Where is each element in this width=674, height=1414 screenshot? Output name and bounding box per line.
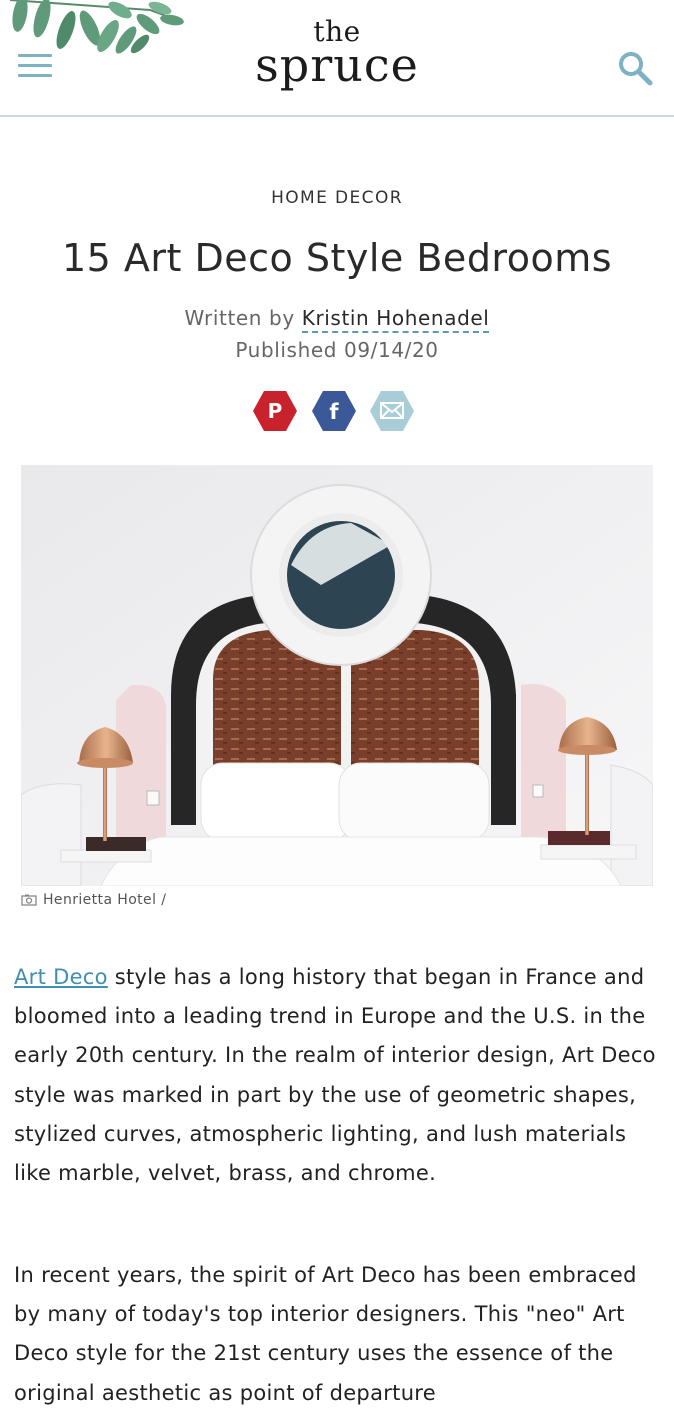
social-share-bar: P f (0, 388, 674, 434)
article-paragraph: Art Deco style has a long history that b… (14, 958, 664, 1193)
svg-text:P: P (268, 399, 283, 423)
site-logo[interactable]: the spruce (0, 18, 674, 92)
article-title: 15 Art Deco Style Bedrooms (61, 236, 613, 280)
email-icon[interactable] (369, 388, 415, 434)
search-icon[interactable] (615, 48, 655, 88)
art-deco-link[interactable]: Art Deco (14, 965, 108, 989)
bedroom-illustration (21, 465, 653, 886)
site-header: the spruce (0, 0, 674, 117)
paragraph-text: style has a long history that began in F… (14, 965, 656, 1186)
camera-icon (21, 894, 37, 906)
pinterest-icon[interactable]: P (252, 388, 298, 434)
author-link[interactable]: Kristin Hohenadel (301, 306, 490, 333)
byline-prefix: Written by (184, 306, 295, 330)
image-caption: Henrietta Hotel / (21, 892, 166, 908)
byline: Written by Kristin Hohenadel (0, 306, 674, 333)
article-category[interactable]: HOME DECOR (0, 188, 674, 208)
article-hero-image[interactable] (21, 465, 653, 886)
published-date: Published 09/14/20 (235, 338, 439, 362)
article-paragraph: In recent years, the spirit of Art Deco … (14, 1256, 664, 1413)
svg-text:f: f (329, 400, 339, 424)
facebook-icon[interactable]: f (311, 388, 357, 434)
caption-text: Henrietta Hotel / (43, 892, 167, 908)
logo-spruce: spruce (255, 38, 419, 92)
paragraph-text: In recent years, the spirit of Art Deco … (14, 1263, 637, 1405)
